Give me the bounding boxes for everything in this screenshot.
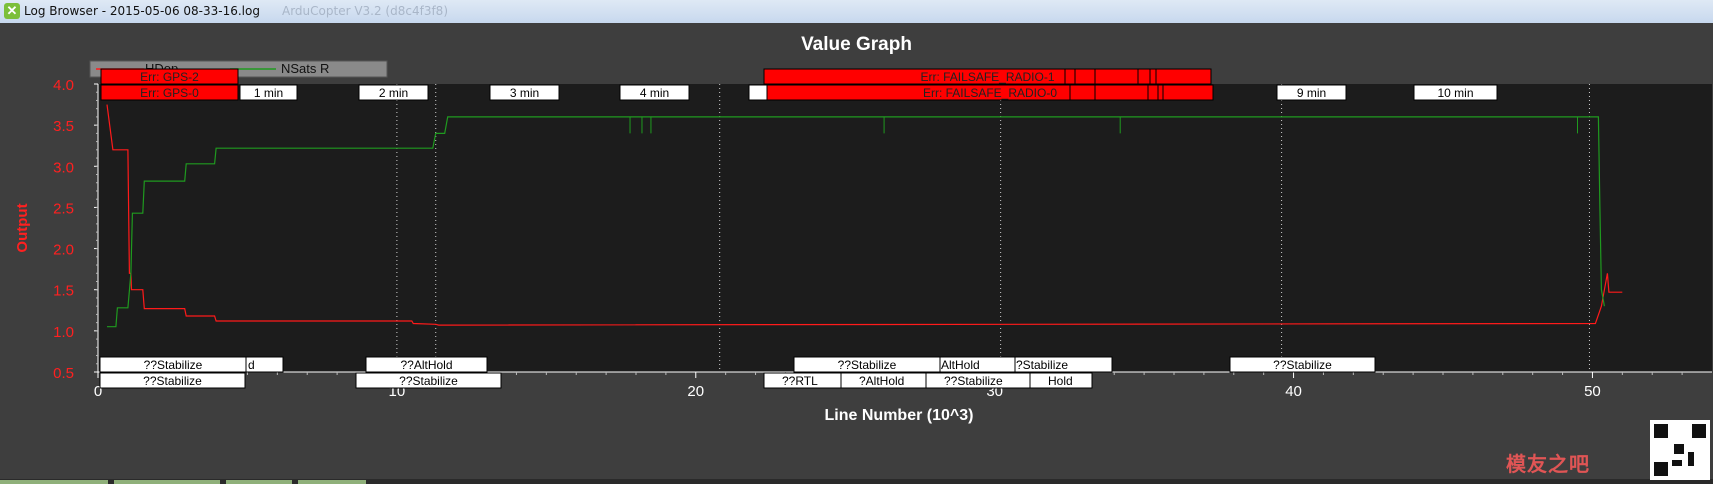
strip-tab[interactable] — [114, 480, 220, 484]
time-marker-label: 2 min — [379, 86, 408, 100]
y-tick-label: 3.5 — [53, 118, 74, 135]
time-marker-partial — [748, 84, 768, 101]
y-tick-label: 2.0 — [53, 242, 74, 259]
mode-marker-label: ??Stabilize — [143, 374, 202, 388]
error-marker-label: Err: FAILSAFE_RADIO-0 — [923, 86, 1057, 100]
error-marker-label: Err: FAILSAFE_RADIO-1 — [920, 70, 1054, 84]
error-marker-label: Err: GPS-0 — [140, 86, 199, 100]
y-tick-label: 0.5 — [53, 365, 74, 382]
mode-marker-label: ??AltHold — [400, 358, 452, 372]
mode-marker-label: d — [248, 358, 255, 372]
y-axis-label: Output — [14, 203, 31, 252]
strip-tab[interactable] — [0, 480, 108, 484]
watermark-text: 模友之吧 — [1506, 452, 1590, 476]
time-marker-label: 3 min — [510, 86, 539, 100]
value-graph-chart[interactable]: 0.51.01.52.02.53.03.54.00 10 20 30 40 50Line … — [0, 0, 1713, 484]
strip-tab[interactable] — [298, 480, 366, 484]
mode-marker-label: ??Stabilize — [944, 374, 1003, 388]
time-marker-label: 9 min — [1297, 86, 1326, 100]
x-tick-label: 20 — [687, 383, 704, 400]
mode-marker-label: ??Stabilize — [144, 358, 203, 372]
x-axis-label: Line Number (10^3) — [825, 407, 974, 424]
y-tick-label: 1.0 — [53, 324, 74, 341]
mode-marker-label: ??Stabilize — [838, 358, 897, 372]
error-marker-label: Err: GPS-2 — [140, 70, 199, 84]
plot-area — [98, 84, 1712, 372]
x-tick-label: 40 — [1285, 383, 1302, 400]
mode-marker-label: ??Stabilize — [1273, 358, 1332, 372]
time-marker-label: 4 min — [640, 86, 669, 100]
qr-code-image — [1650, 420, 1710, 480]
y-tick-label: 2.5 — [53, 200, 74, 217]
mode-marker-label: ??RTL — [782, 374, 818, 388]
mode-marker-label: ??Stabilize — [399, 374, 458, 388]
mode-marker-label: ?AltHold — [859, 374, 904, 388]
mode-marker-label: AltHold — [941, 358, 980, 372]
y-tick-label: 3.0 — [53, 159, 74, 176]
mode-marker-label: ?Stabilize — [1016, 358, 1068, 372]
strip-tab[interactable] — [226, 480, 292, 484]
legend-label-nsats: NSats R — [281, 61, 329, 76]
x-tick-label: 50 — [1584, 383, 1601, 400]
mode-marker-label: Hold — [1048, 374, 1073, 388]
y-tick-label: 4.0 — [53, 77, 74, 94]
time-marker-label: 1 min — [254, 86, 283, 100]
time-marker-label: 10 min — [1437, 86, 1473, 100]
y-tick-label: 1.5 — [53, 283, 74, 300]
